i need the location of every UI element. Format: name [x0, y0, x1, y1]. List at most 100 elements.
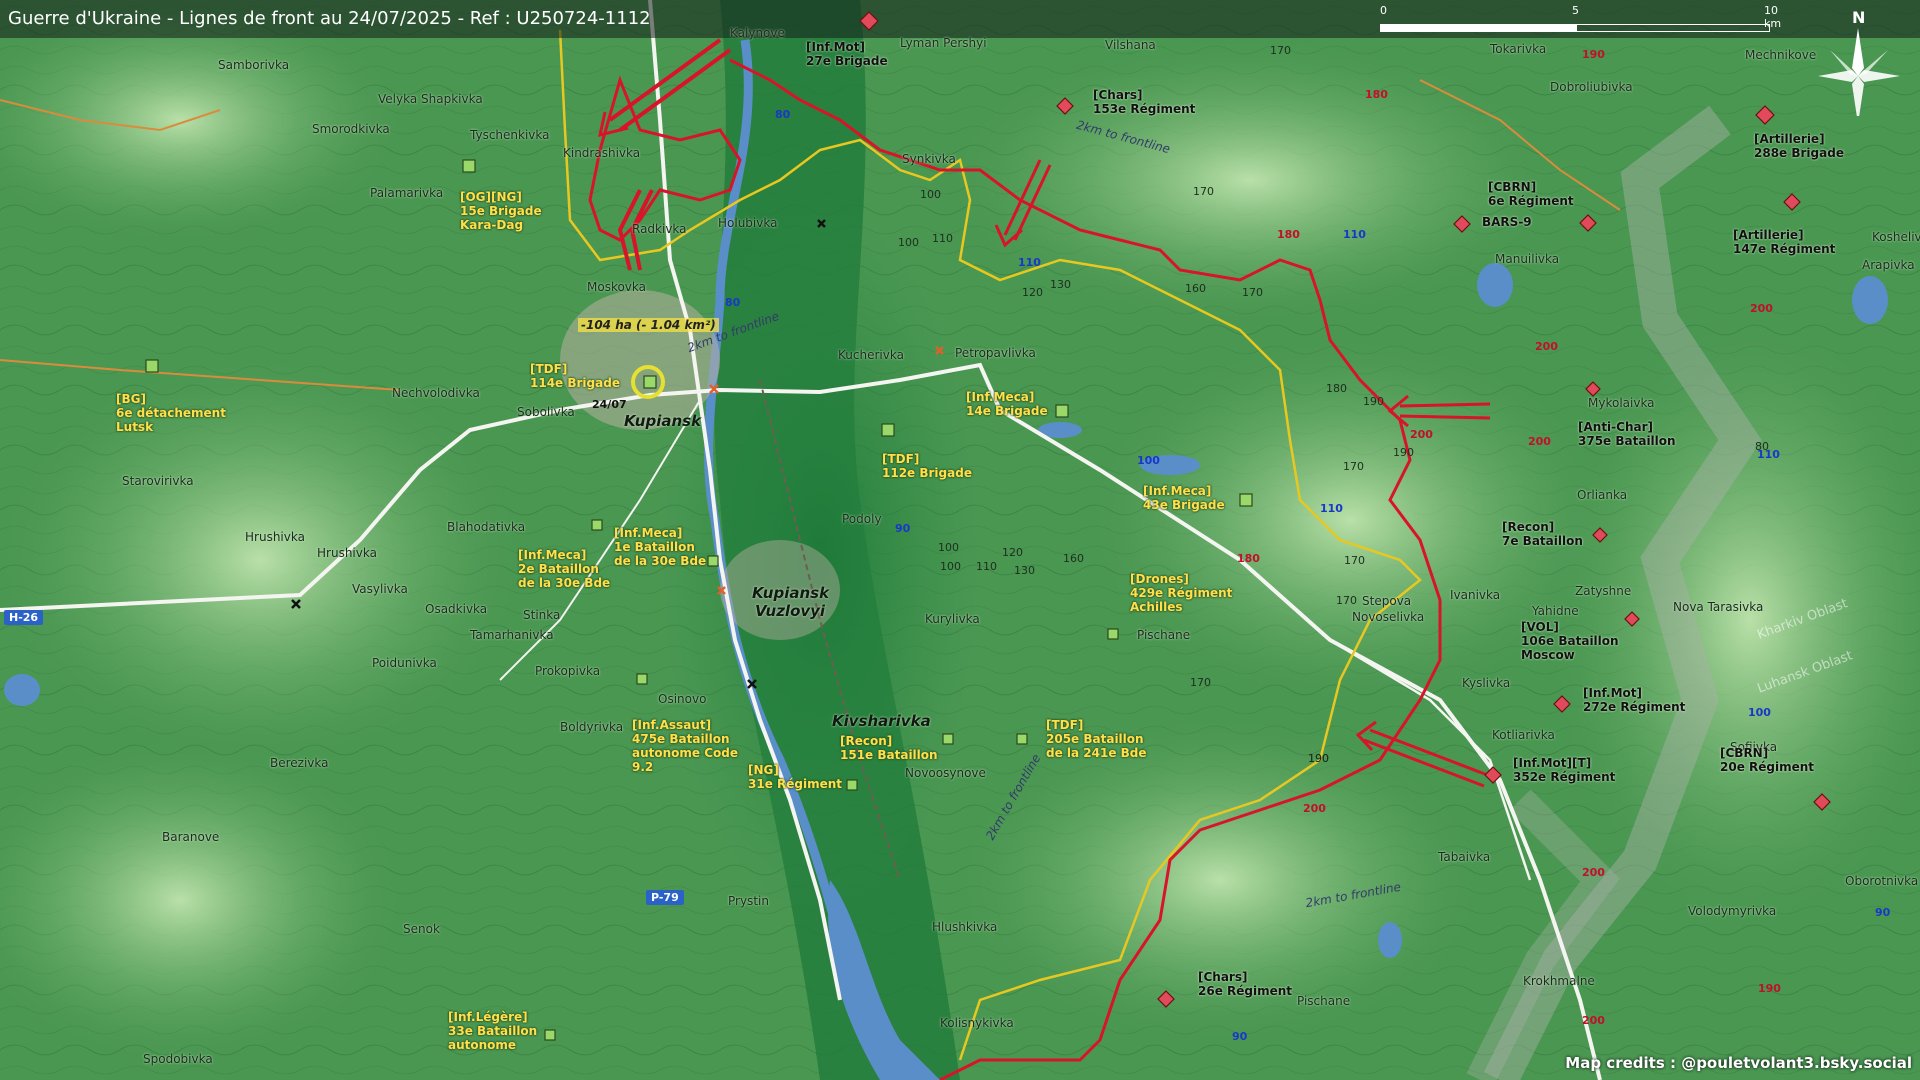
- place-prokopivka: Prokopivka: [535, 664, 601, 678]
- place-hrushivka-west: Hrushivka: [245, 530, 305, 544]
- road-shield-h26: H-26: [4, 610, 44, 625]
- place-osinovo: Osinovo: [658, 692, 707, 706]
- ua-unit-label: [Drones] 429e Régiment Achilles: [1130, 572, 1233, 614]
- contour-label: 190: [1363, 395, 1384, 408]
- place-palamarivka: Palamarivka: [370, 186, 444, 200]
- contour-label: 190: [1582, 48, 1605, 61]
- place-sobolivka: Sobolivka: [517, 405, 575, 419]
- place-petropavlivka: Petropavlivka: [955, 346, 1036, 360]
- place-synkivka: Synkivka: [902, 152, 956, 166]
- ru-unit-label: [Artillerie] 288e Brigade: [1754, 132, 1844, 160]
- ru-unit-label: [Chars] 26e Régiment: [1198, 970, 1293, 998]
- contour-label: 190: [1758, 982, 1781, 995]
- contour-label: 90: [895, 522, 911, 535]
- ru-unit-label: BARS-9: [1482, 215, 1532, 229]
- contour-label: 180: [1365, 88, 1388, 101]
- ru-unit-label: [Chars] 153e Régiment: [1093, 88, 1196, 116]
- place-mechnikove: Mechnikove: [1745, 48, 1817, 62]
- ru-unit-label: [Inf.Mot] 272e Régiment: [1583, 686, 1686, 714]
- ru-unit-label: [Artillerie] 147e Régiment: [1733, 228, 1836, 256]
- contour-label: 170: [1343, 460, 1364, 473]
- place-starovirivka: Starovirivka: [122, 474, 194, 488]
- place-zatyshne: Zatyshne: [1575, 584, 1632, 598]
- ru-unit-label: [CBRN] 6e Régiment: [1488, 180, 1574, 208]
- place-kyslivka: Kyslivka: [1462, 676, 1511, 690]
- scale-bar-filled: [1380, 24, 1576, 32]
- contour-label: 200: [1528, 435, 1551, 448]
- contour-label: 80: [725, 296, 741, 309]
- contour-label: 200: [1582, 1014, 1605, 1027]
- map-viewport[interactable]: Guerre d'Ukraine - Lignes de front au 24…: [0, 0, 1920, 1080]
- kupiansk-highlight: [631, 365, 665, 399]
- contour-label: 170: [1344, 554, 1365, 567]
- place-nova-tarasivka: Nova Tarasivka: [1673, 600, 1764, 614]
- ua-unit-label: [TDF] 114e Brigade: [530, 362, 620, 390]
- contour-label: 120: [1022, 286, 1043, 299]
- contour-label: 190: [1308, 752, 1329, 765]
- ua-unit-label: [Inf.Meca] 2e Bataillon de la 30e Bde: [518, 548, 611, 590]
- place-manuilivka: Manuilivka: [1495, 252, 1560, 266]
- contour-label: 200: [1582, 866, 1605, 879]
- place-novoosynove: Novoosynove: [905, 766, 986, 780]
- contour-label: 180: [1277, 228, 1300, 241]
- contour-label: 170: [1336, 594, 1357, 607]
- ua-unit-label: [OG][NG] 15e Brigade Kara-Dag: [460, 190, 542, 232]
- place-kindrashivka: Kindrashivka: [563, 146, 641, 160]
- place-orlianka: Orlianka: [1577, 488, 1628, 502]
- contour-label: 110: [1320, 502, 1343, 515]
- place-blahodativka: Blahodativka: [447, 520, 526, 534]
- place-lyman-pershyi: Lyman Pershyi: [900, 36, 987, 50]
- ru-unit-label: [VOL] 106e Bataillon Moscow: [1521, 620, 1619, 662]
- contour-label: 90: [1232, 1030, 1248, 1043]
- map-credits: Map credits : @pouletvolant3.bsky.social: [1565, 1054, 1912, 1072]
- contour-label: 130: [1050, 278, 1071, 291]
- contour-label: 170: [1242, 286, 1263, 299]
- place-kupiansk: Kupiansk: [624, 412, 702, 430]
- attack-arrow-east: [1387, 394, 1491, 428]
- place-velyka-shapkivka: Velyka Shapkivka: [378, 92, 483, 106]
- contour-label: 100: [938, 541, 959, 554]
- place-prystin: Prystin: [728, 894, 769, 908]
- ua-unit-label: [TDF] 205e Bataillon de la 241e Bde: [1046, 718, 1147, 760]
- ua-unit-label: [TDF] 112e Brigade: [882, 452, 972, 480]
- place-kupiansk-vuzlovyi-2: Vuzlovyi: [755, 602, 826, 620]
- contour-label: 80: [1755, 440, 1769, 453]
- scale-bar-empty: [1576, 24, 1770, 32]
- contour-label: 90: [1875, 906, 1891, 919]
- place-holubivka: Holubivka: [718, 216, 778, 230]
- place-pischane-east: Pischane: [1137, 628, 1191, 642]
- contour-label: 180: [1237, 552, 1260, 565]
- ru-unit-label: [CBRN] 20e Régiment: [1720, 746, 1815, 774]
- contour-label: 100: [940, 560, 961, 573]
- front-line: [729, 58, 1442, 1080]
- place-kolisnykivka: Kolisnykivka: [940, 1016, 1014, 1030]
- ua-unit-label: [Inf.Meca] 14e Brigade: [966, 390, 1048, 418]
- place-kalynove: Kalynove: [730, 26, 785, 40]
- ru-unit-label: [Inf.Mot] 27e Brigade: [806, 40, 888, 68]
- place-dobroliubivka: Dobroliubivka: [1550, 80, 1633, 94]
- place-osadkivka: Osadkivka: [425, 602, 488, 616]
- place-krokhmalne: Krokhmalne: [1523, 974, 1595, 988]
- contour-label: 110: [1343, 228, 1366, 241]
- contour-label: 100: [898, 236, 919, 249]
- place-arapivka: Arapivka: [1862, 258, 1915, 272]
- ua-unit-label: [Inf.Meca] 1e Bataillon de la 30e Bde: [614, 526, 707, 568]
- scale-bar: 0 5 10 km: [1380, 4, 1781, 34]
- contour-label: 200: [1303, 802, 1326, 815]
- place-yahidne: Yahidne: [1532, 604, 1579, 618]
- place-hrushivka: Hrushivka: [317, 546, 377, 560]
- contour-label: 200: [1750, 302, 1773, 315]
- attack-arrow-southeast: [1355, 720, 1491, 788]
- contour-label: 160: [1063, 552, 1084, 565]
- place-koshelivka: Koshelivka: [1872, 230, 1920, 244]
- north-label: N: [1852, 8, 1866, 27]
- place-spodobivka: Spodobivka: [143, 1052, 213, 1066]
- contour-label: 170: [1193, 185, 1214, 198]
- contour-label: 110: [1018, 256, 1041, 269]
- territory-change-label: -104 ha (- 1.04 km²): [578, 318, 719, 332]
- attack-arrow-north: [598, 38, 732, 138]
- place-pischane-south: Pischane: [1297, 994, 1351, 1008]
- place-tabaivka: Tabaivka: [1438, 850, 1491, 864]
- contour-label: 170: [1190, 676, 1211, 689]
- ua-unit-label: [Recon] 151e Bataillon: [840, 734, 938, 762]
